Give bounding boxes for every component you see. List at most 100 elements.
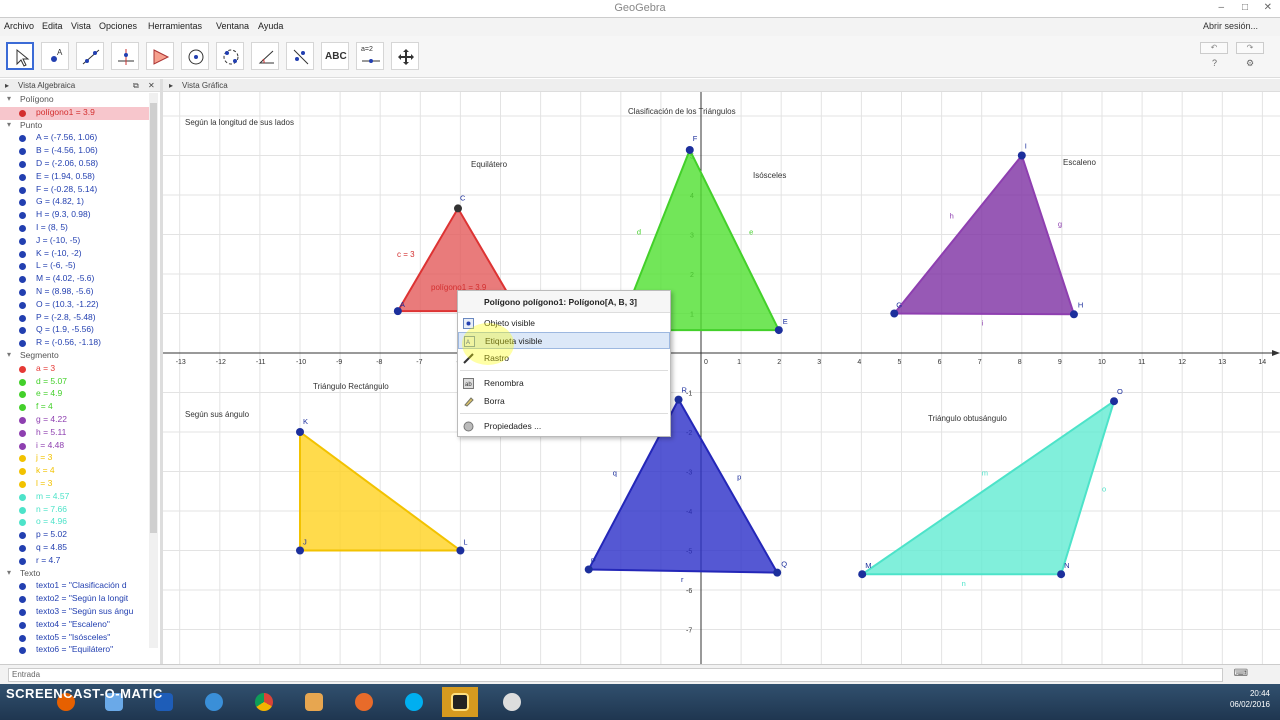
menu-herramientas[interactable]: Herramientas: [148, 21, 202, 31]
visibility-toggle-icon[interactable]: [19, 519, 26, 527]
algebra-item[interactable]: k = 4: [0, 465, 150, 478]
algebra-item[interactable]: texto6 = "Equilátero": [0, 644, 150, 657]
point-tool-button[interactable]: A: [41, 42, 69, 70]
menu-archivo[interactable]: Archivo: [4, 21, 34, 31]
algebra-item[interactable]: R = (-0.56, -1.18): [0, 337, 150, 350]
algebra-item[interactable]: I = (8, 5): [0, 222, 150, 235]
polygon-tool-button[interactable]: [146, 42, 174, 70]
algebra-item[interactable]: i = 4.48: [0, 440, 150, 453]
algebra-item[interactable]: g = 4.22: [0, 414, 150, 427]
maximize-button[interactable]: □: [1242, 2, 1248, 13]
collapse-icon[interactable]: ▾: [7, 94, 11, 103]
algebra-item[interactable]: N = (8.98, -5.6): [0, 286, 150, 299]
redo-button[interactable]: ↷: [1236, 42, 1264, 54]
algebra-item[interactable]: a = 3: [0, 363, 150, 376]
menu-edita[interactable]: Edita: [42, 21, 63, 31]
algebra-item[interactable]: f = 4: [0, 401, 150, 414]
algebra-scrollbar[interactable]: [149, 93, 158, 648]
visibility-toggle-icon[interactable]: [19, 340, 26, 348]
algebra-item[interactable]: Q = (1.9, -5.56): [0, 324, 150, 337]
visibility-toggle-icon[interactable]: [19, 314, 26, 322]
taskbar-media[interactable]: [346, 687, 382, 717]
move-view-tool-button[interactable]: [391, 42, 419, 70]
graphics-canvas[interactable]: -13-12-11-10-9-8-7-6-5-4-3-2-11234567891…: [139, 76, 1280, 670]
algebra-item[interactable]: e = 4.9: [0, 388, 150, 401]
visibility-toggle-icon[interactable]: [19, 647, 26, 655]
algebra-item[interactable]: texto2 = "Según la longit: [0, 593, 150, 606]
collapse-icon[interactable]: ▾: [7, 350, 11, 359]
algebra-item[interactable]: m = 4.57: [0, 491, 150, 504]
visibility-toggle-icon[interactable]: [19, 199, 26, 207]
algebra-item[interactable]: L = (-6, -5): [0, 260, 150, 273]
visibility-toggle-icon[interactable]: [19, 506, 26, 514]
algebra-item[interactable]: r = 4.7: [0, 555, 150, 568]
visibility-toggle-icon[interactable]: [19, 250, 26, 258]
visibility-toggle-icon[interactable]: [19, 609, 26, 616]
taskbar-active-app[interactable]: [442, 687, 478, 717]
visibility-toggle-icon[interactable]: [19, 621, 26, 629]
visibility-toggle-icon[interactable]: [19, 404, 26, 412]
visibility-toggle-icon[interactable]: [19, 417, 26, 424]
graphics-view[interactable]: -13-12-11-10-9-8-7-6-5-4-3-2-11234567891…: [139, 76, 1280, 670]
visibility-toggle-icon[interactable]: [19, 109, 26, 117]
algebra-item[interactable]: P = (-2.8, -5.48): [0, 312, 150, 325]
visibility-toggle-icon[interactable]: [19, 378, 26, 386]
visibility-toggle-icon[interactable]: [19, 365, 26, 373]
algebra-item[interactable]: H = (9.3, 0.98): [0, 209, 150, 222]
visibility-toggle-icon[interactable]: [19, 583, 26, 591]
visibility-toggle-icon[interactable]: [19, 212, 26, 220]
taskbar-settings[interactable]: [494, 687, 530, 717]
algebra-item[interactable]: D = (-2.06, 0.58): [0, 158, 150, 171]
visibility-toggle-icon[interactable]: [19, 481, 26, 488]
collapse-icon[interactable]: ▾: [7, 120, 11, 129]
taskbar-chrome[interactable]: [246, 687, 282, 717]
menu-ventana[interactable]: Ventana: [216, 21, 249, 31]
angle-tool-button[interactable]: [251, 42, 279, 70]
visibility-toggle-icon[interactable]: [19, 301, 26, 309]
settings-icon[interactable]: ⚙: [1246, 58, 1254, 69]
input-bar[interactable]: Entrada: [8, 668, 1223, 682]
algebra-item[interactable]: B = (-4.56, 1.06): [0, 145, 150, 158]
panel-toggle-icon[interactable]: ▸: [169, 81, 173, 90]
line-tool-button[interactable]: [76, 42, 104, 70]
algebra-item[interactable]: d = 5.07: [0, 376, 150, 389]
algebra-item[interactable]: J = (-10, -5): [0, 235, 150, 248]
menu-item-rename[interactable]: ab Renombra: [458, 375, 670, 392]
taskbar-skype[interactable]: [396, 687, 432, 717]
login-link[interactable]: Abrir sesión...: [1203, 21, 1258, 31]
menu-opciones[interactable]: Opciones: [99, 21, 137, 31]
visibility-toggle-icon[interactable]: [19, 442, 26, 450]
algebra-item[interactable]: j = 3: [0, 452, 150, 465]
algebra-item[interactable]: l = 3: [0, 478, 150, 491]
visibility-toggle-icon[interactable]: [19, 596, 26, 604]
panel-toggle-icon[interactable]: ▸: [5, 81, 9, 90]
visibility-toggle-icon[interactable]: [19, 225, 26, 232]
algebra-item[interactable]: texto4 = "Escaleno": [0, 619, 150, 632]
algebra-category[interactable]: ▾ Segmento: [0, 350, 150, 363]
algebra-item[interactable]: E = (1.94, 0.58): [0, 171, 150, 184]
undo-button[interactable]: ↶: [1200, 42, 1228, 54]
close-button[interactable]: ✕: [1264, 2, 1272, 13]
algebra-item[interactable]: O = (10.3, -1.22): [0, 299, 150, 312]
visibility-toggle-icon[interactable]: [19, 161, 26, 168]
algebra-category[interactable]: ▾ Punto: [0, 120, 150, 133]
visibility-toggle-icon[interactable]: [19, 429, 26, 437]
visibility-toggle-icon[interactable]: [19, 391, 26, 399]
algebra-item[interactable]: M = (4.02, -5.6): [0, 273, 150, 286]
algebra-item[interactable]: n = 7.66: [0, 504, 150, 517]
algebra-item[interactable]: texto5 = "Isósceles": [0, 632, 150, 645]
visibility-toggle-icon[interactable]: [19, 186, 26, 194]
undock-icon[interactable]: ⧉: [133, 81, 139, 91]
visibility-toggle-icon[interactable]: [19, 237, 26, 245]
menu-vista[interactable]: Vista: [71, 21, 91, 31]
system-tray[interactable]: 20:44 06/02/2016: [1230, 688, 1270, 710]
reflect-tool-button[interactable]: [286, 42, 314, 70]
visibility-toggle-icon[interactable]: [19, 135, 26, 143]
algebra-item[interactable]: texto1 = "Clasificación d: [0, 580, 150, 593]
slider-tool-button[interactable]: a=2: [356, 42, 384, 70]
visibility-toggle-icon[interactable]: [19, 545, 26, 552]
text-tool-button[interactable]: ABC: [321, 42, 349, 70]
algebra-item[interactable]: G = (4.82, 1): [0, 196, 150, 209]
minimize-button[interactable]: –: [1218, 2, 1224, 13]
algebra-item[interactable]: h = 5.11: [0, 427, 150, 440]
